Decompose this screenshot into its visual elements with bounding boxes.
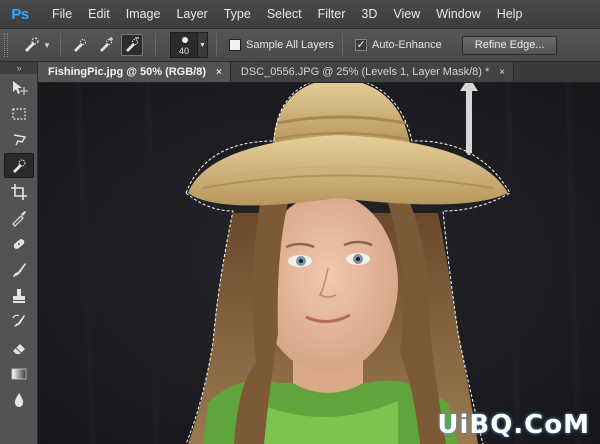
brush-tip-preview bbox=[182, 37, 188, 43]
eraser-icon bbox=[12, 343, 25, 354]
sample-all-layers-option[interactable]: Sample All Layers bbox=[229, 39, 334, 51]
lasso-icon bbox=[13, 133, 26, 145]
tab-label: FishingPic.jpg @ 50% (RGB/8) bbox=[48, 66, 207, 78]
auto-enhance-option[interactable]: ✓ Auto-Enhance bbox=[355, 39, 442, 51]
brush-size-value: 40 bbox=[178, 46, 189, 56]
menu-file[interactable]: File bbox=[44, 0, 80, 28]
crop-icon bbox=[10, 183, 27, 200]
refine-edge-button[interactable]: Refine Edge... bbox=[461, 35, 558, 55]
history-brush-tool[interactable] bbox=[4, 309, 34, 334]
menu-image[interactable]: Image bbox=[118, 0, 169, 28]
marquee-tool[interactable] bbox=[4, 101, 34, 126]
tab-fishingpic[interactable]: FishingPic.jpg @ 50% (RGB/8) × bbox=[38, 62, 231, 82]
close-icon[interactable]: × bbox=[216, 67, 222, 78]
divider bbox=[60, 33, 61, 57]
crop-tool[interactable] bbox=[4, 179, 34, 204]
auto-enhance-label: Auto-Enhance bbox=[372, 39, 442, 51]
subtract-from-selection-icon bbox=[126, 37, 139, 52]
move-icon bbox=[12, 80, 28, 95]
menu-bar: Ps File Edit Image Layer Type Select Fil… bbox=[0, 0, 600, 28]
brush-icon bbox=[12, 262, 26, 277]
new-selection-button[interactable] bbox=[69, 34, 91, 56]
divider bbox=[216, 33, 217, 57]
gradient-tool[interactable] bbox=[4, 361, 34, 386]
photoshop-logo: Ps bbox=[11, 5, 29, 23]
menu-filter[interactable]: Filter bbox=[310, 0, 354, 28]
menu-type[interactable]: Type bbox=[216, 0, 259, 28]
menu-layer[interactable]: Layer bbox=[168, 0, 215, 28]
checkmark-icon: ✓ bbox=[356, 39, 366, 51]
stamp-icon bbox=[12, 288, 25, 303]
brush-picker[interactable]: 40 bbox=[170, 32, 198, 58]
lasso-tool[interactable] bbox=[4, 127, 34, 152]
menu-edit[interactable]: Edit bbox=[80, 0, 118, 28]
quick-selection-tool[interactable] bbox=[3, 153, 34, 178]
healing-icon bbox=[13, 238, 24, 249]
brush-tool[interactable] bbox=[4, 257, 34, 282]
add-to-selection-button[interactable] bbox=[95, 34, 117, 56]
menu-select[interactable]: Select bbox=[259, 0, 310, 28]
blur-icon bbox=[14, 392, 23, 407]
sample-all-layers-checkbox[interactable] bbox=[229, 39, 241, 51]
gradient-icon bbox=[11, 368, 26, 379]
close-icon[interactable]: × bbox=[499, 67, 505, 78]
menu-window[interactable]: Window bbox=[428, 0, 488, 28]
tab-label: DSC_0556.JPG @ 25% (Levels 1, Layer Mask… bbox=[240, 66, 490, 78]
eraser-tool[interactable] bbox=[4, 335, 34, 360]
document-canvas[interactable]: UiBQ.CoM bbox=[38, 83, 600, 444]
options-bar-grip[interactable] bbox=[4, 33, 8, 57]
menu-help[interactable]: Help bbox=[489, 0, 531, 28]
chevron-down-icon[interactable]: ▼ bbox=[198, 32, 208, 58]
document-tabs: FishingPic.jpg @ 50% (RGB/8) × DSC_0556.… bbox=[38, 62, 600, 83]
collapse-panel-icon[interactable]: » bbox=[0, 62, 37, 74]
quick-selection-icon bbox=[12, 159, 25, 173]
eyedropper-icon bbox=[11, 210, 26, 227]
sample-all-layers-label: Sample All Layers bbox=[246, 39, 335, 51]
chevron-down-icon[interactable]: ▼ bbox=[42, 34, 52, 56]
divider bbox=[155, 33, 156, 57]
move-tool[interactable] bbox=[4, 75, 34, 100]
menu-view[interactable]: View bbox=[385, 0, 428, 28]
blur-tool[interactable] bbox=[4, 387, 34, 412]
eyedropper-tool[interactable] bbox=[4, 205, 34, 230]
history-brush-icon bbox=[11, 314, 25, 327]
watermark-logo: UiBQ.CoM bbox=[437, 410, 590, 440]
healing-brush-tool[interactable] bbox=[4, 231, 34, 256]
clone-stamp-tool[interactable] bbox=[4, 283, 34, 308]
subtract-from-selection-button[interactable] bbox=[121, 34, 143, 56]
marquee-icon bbox=[11, 107, 26, 120]
auto-enhance-checkbox[interactable]: ✓ bbox=[355, 39, 368, 51]
divider bbox=[342, 33, 344, 57]
quick-selection-icon bbox=[25, 37, 39, 52]
tool-preset-picker[interactable] bbox=[20, 34, 42, 56]
tools-panel: » bbox=[0, 62, 38, 444]
tab-dsc-0556[interactable]: DSC_0556.JPG @ 25% (Levels 1, Layer Mask… bbox=[230, 62, 515, 82]
options-bar: ▼ 40 ▼ Sample All Layers ✓ Auto-Enhance … bbox=[0, 28, 600, 62]
photo-girl-in-straw-hat bbox=[38, 83, 600, 444]
add-to-selection-icon bbox=[100, 37, 113, 52]
menu-3d[interactable]: 3D bbox=[353, 0, 385, 28]
new-selection-icon bbox=[74, 39, 86, 52]
